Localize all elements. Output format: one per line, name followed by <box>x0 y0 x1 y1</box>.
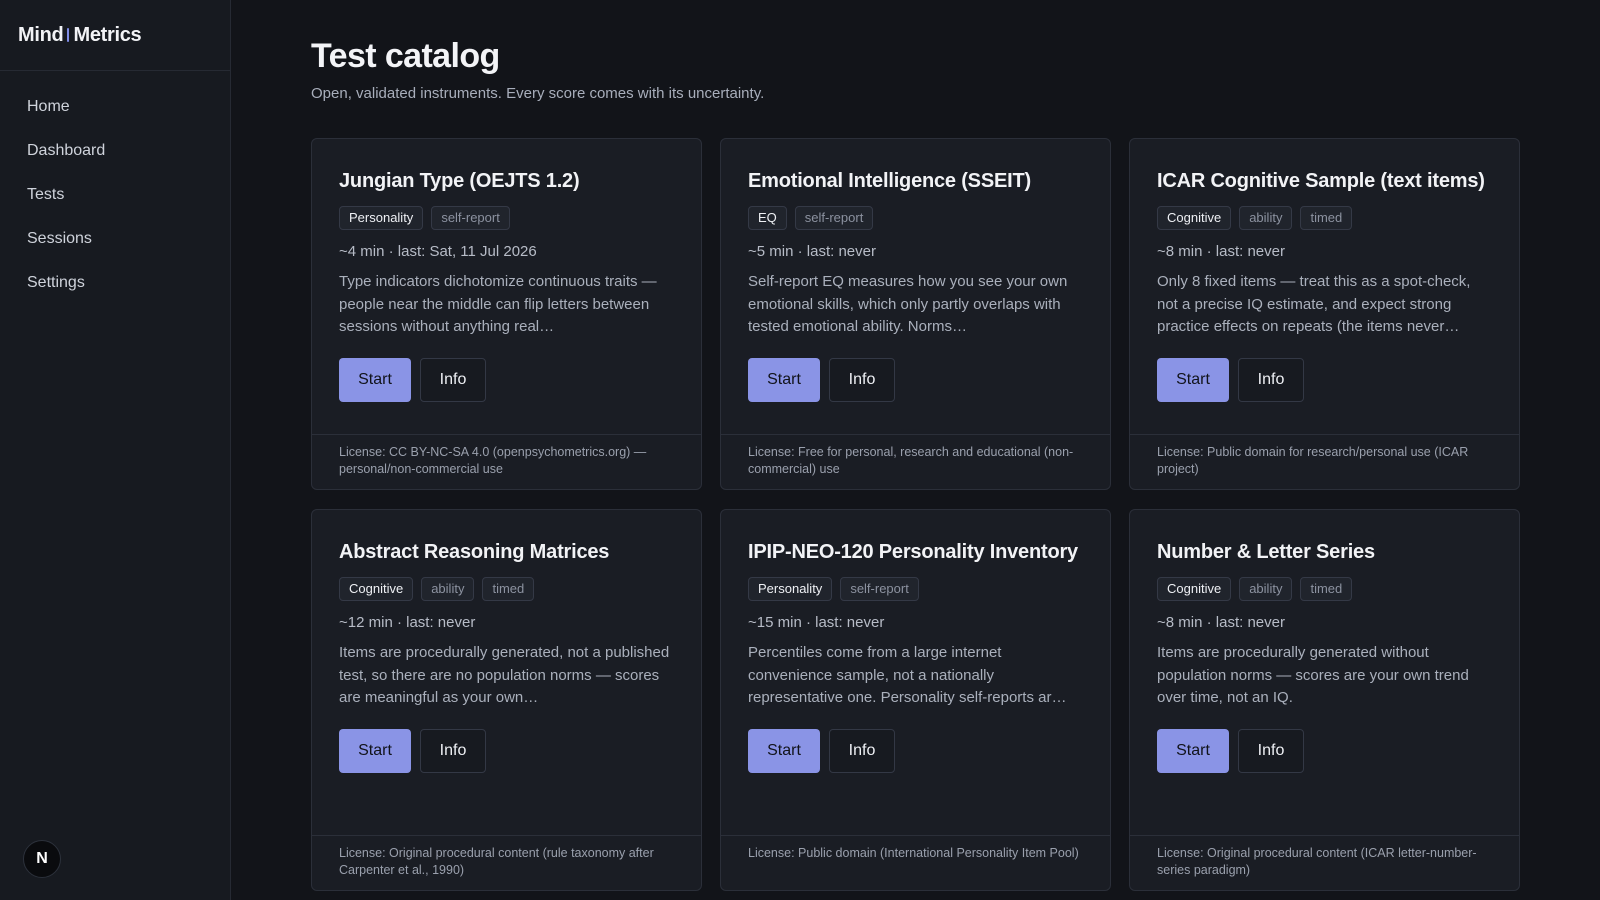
page-title: Test catalog <box>311 37 500 75</box>
sidebar-item-dashboard[interactable]: Dashboard <box>0 129 230 173</box>
card-description: Type indicators dichotomize continuous t… <box>339 273 657 335</box>
card-title: Emotional Intelligence (SSEIT) <box>748 170 1031 192</box>
card-description: Items are procedurally generated, not a … <box>339 644 670 706</box>
type-tag: self-report <box>840 577 919 601</box>
card-meta: ~8 min · last: never <box>1157 614 1285 631</box>
timed-tag: timed <box>1300 206 1353 230</box>
start-button[interactable]: Start <box>748 729 820 773</box>
card-description: Items are procedurally generated without… <box>1157 644 1469 706</box>
card-actions: Start Info <box>1157 358 1492 402</box>
sidebar-item-settings[interactable]: Settings <box>0 261 230 305</box>
start-button[interactable]: Start <box>1157 358 1229 402</box>
start-button[interactable]: Start <box>1157 729 1229 773</box>
type-tag: self-report <box>431 206 510 230</box>
test-card-ipip-neo-120: IPIP-NEO-120 Personality Inventory Perso… <box>720 509 1111 891</box>
card-meta: ~12 min · last: never <box>339 614 476 631</box>
test-card-jungian-type: Jungian Type (OEJTS 1.2) Personality sel… <box>311 138 702 490</box>
type-tag: ability <box>421 577 475 601</box>
card-actions: Start Info <box>339 358 674 402</box>
main-content: Test catalog Open, validated instruments… <box>231 0 1600 900</box>
brand-logo[interactable]: Mind Metrics <box>0 0 230 71</box>
card-tags: Cognitive ability timed <box>1157 206 1492 230</box>
type-tag: ability <box>1239 577 1293 601</box>
info-button[interactable]: Info <box>1238 358 1304 402</box>
page-subtitle: Open, validated instruments. Every score… <box>311 85 765 102</box>
card-tags: Cognitive ability timed <box>1157 577 1492 601</box>
sidebar-item-tests[interactable]: Tests <box>0 173 230 217</box>
card-description: Self-report EQ measures how you see your… <box>748 273 1068 335</box>
card-tags: EQ self-report <box>748 206 1083 230</box>
test-card-abstract-reasoning: Abstract Reasoning Matrices Cognitive ab… <box>311 509 702 891</box>
test-card-emotional-intelligence: Emotional Intelligence (SSEIT) EQ self-r… <box>720 138 1111 490</box>
card-title: Jungian Type (OEJTS 1.2) <box>339 170 580 192</box>
test-card-number-letter-series: Number & Letter Series Cognitive ability… <box>1129 509 1520 891</box>
card-license: License: CC BY-NC-SA 4.0 (openpsychometr… <box>312 434 701 489</box>
info-button[interactable]: Info <box>1238 729 1304 773</box>
category-tag: Personality <box>339 206 424 230</box>
info-button[interactable]: Info <box>829 358 895 402</box>
card-title: IPIP-NEO-120 Personality Inventory <box>748 541 1078 563</box>
card-meta: ~5 min · last: never <box>748 243 876 260</box>
category-tag: Cognitive <box>1157 577 1232 601</box>
sidebar-item-home[interactable]: Home <box>0 85 230 129</box>
start-button[interactable]: Start <box>748 358 820 402</box>
category-tag: Personality <box>748 577 833 601</box>
card-actions: Start Info <box>748 358 1083 402</box>
category-tag: Cognitive <box>339 577 414 601</box>
card-meta: ~4 min · last: Sat, 11 Jul 2026 <box>339 243 537 260</box>
sidebar-nav: Home Dashboard Tests Sessions Settings <box>0 71 230 305</box>
card-title: ICAR Cognitive Sample (text items) <box>1157 170 1485 192</box>
info-button[interactable]: Info <box>829 729 895 773</box>
type-tag: self-report <box>794 206 874 230</box>
card-license: License: Original procedural content (ru… <box>312 835 701 890</box>
info-button[interactable]: Info <box>420 358 486 402</box>
brand-name-part1: Mind <box>18 23 64 46</box>
card-actions: Start Info <box>1157 729 1492 773</box>
card-tags: Cognitive ability timed <box>339 577 674 601</box>
card-meta: ~8 min · last: never <box>1157 243 1285 260</box>
sidebar: Mind Metrics Home Dashboard Tests Session… <box>0 0 231 900</box>
card-license: License: Original procedural content (IC… <box>1130 835 1519 890</box>
card-tags: Personality self-report <box>339 206 674 230</box>
card-actions: Start Info <box>339 729 674 773</box>
timed-tag: timed <box>482 577 535 601</box>
start-button[interactable]: Start <box>339 358 411 402</box>
timed-tag: timed <box>1300 577 1353 601</box>
type-tag: ability <box>1239 206 1293 230</box>
brand-name-part2: Metrics <box>73 23 142 46</box>
card-actions: Start Info <box>748 729 1083 773</box>
card-tags: Personality self-report <box>748 577 1083 601</box>
card-description: Percentiles come from a large internet c… <box>748 644 1067 706</box>
start-button[interactable]: Start <box>339 729 411 773</box>
category-tag: EQ <box>748 206 787 230</box>
card-description: Only 8 fixed items — treat this as a spo… <box>1157 273 1471 335</box>
user-avatar[interactable]: N <box>23 840 61 878</box>
brand-divider <box>67 28 70 42</box>
card-license: License: Public domain (International Pe… <box>721 835 1110 890</box>
card-title: Number & Letter Series <box>1157 541 1375 563</box>
test-card-icar-cognitive: ICAR Cognitive Sample (text items) Cogni… <box>1129 138 1520 490</box>
category-tag: Cognitive <box>1157 206 1232 230</box>
info-button[interactable]: Info <box>420 729 486 773</box>
test-card-grid: Jungian Type (OEJTS 1.2) Personality sel… <box>311 138 1520 891</box>
card-license: License: Free for personal, research and… <box>721 434 1110 489</box>
sidebar-item-sessions[interactable]: Sessions <box>0 217 230 261</box>
card-license: License: Public domain for research/pers… <box>1130 434 1519 489</box>
card-meta: ~15 min · last: never <box>748 614 885 631</box>
card-title: Abstract Reasoning Matrices <box>339 541 610 563</box>
